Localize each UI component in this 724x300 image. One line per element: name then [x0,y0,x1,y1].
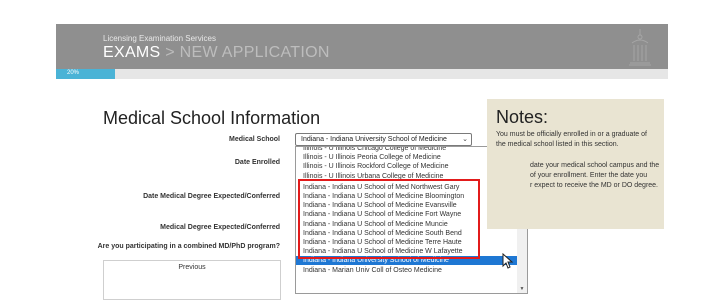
previous-button-label: Previous [178,264,206,271]
progress-bar: 20% [56,69,668,79]
dropdown-option[interactable]: Indiana - Indiana U School of Medicine E… [296,201,518,210]
medical-school-label: Medical School [229,136,280,143]
dropdown-option[interactable]: Indiana - Indiana U School of Medicine M… [296,220,518,229]
page-title: EXAMS > NEW APPLICATION [103,44,330,62]
dropdown-option[interactable]: Illinois - U Illinois Urbana College of … [296,172,518,181]
date-expected-label: Date Medical Degree Expected/Conferred [143,193,280,200]
dropdown-option[interactable]: Indiana - Indiana U School of Medicine T… [296,238,518,247]
scroll-down-icon[interactable]: ▼ [517,286,527,292]
title-rest: NEW APPLICATION [179,44,330,61]
dropdown-option[interactable]: Illinois - U Illinois Peoria College of … [296,153,518,162]
dropdown-option[interactable]: Indiana - Indiana U School of Med Northw… [296,183,518,192]
progress-fill [56,69,115,79]
previous-button[interactable]: Previous [103,260,281,300]
title-separator: > [165,44,175,61]
notes-line: You must be officially enrolled in or a … [496,131,647,138]
notes-line: r expect to receive the MD or DO degree. [530,182,658,189]
seal-icon [629,29,651,66]
dropdown-option[interactable]: Indiana - Indiana U School of Medicine F… [296,210,518,219]
title-main: EXAMS [103,44,161,61]
degree-expected-label: Medical Degree Expected/Conferred [160,224,280,231]
dropdown-option[interactable]: Indiana - Indiana U School of Medicine W… [296,247,518,256]
chevron-down-icon: ⌄ [462,136,468,143]
combined-program-label: Are you participating in a combined MD/P… [97,243,280,250]
progress-label: 20% [67,70,80,76]
date-enrolled-label: Date Enrolled [234,159,280,166]
notes-panel: Notes: You must be officially enrolled i… [487,99,664,229]
header-subtitle: Licensing Examination Services [103,34,216,43]
notes-line: the medical school listed in this sectio… [496,141,619,148]
notes-line: of your enrollment. Enter the date you [530,172,648,179]
dropdown-option[interactable]: Illinois - U Illinois Rockford College o… [296,162,518,171]
dropdown-option[interactable]: Indiana - Marian Univ Coll of Osteo Medi… [296,266,518,275]
section-title: Medical School Information [103,108,321,128]
notes-line: date your medical school campus and the [530,162,660,169]
dropdown-option[interactable]: Indiana - Indiana University School of M… [296,256,518,266]
header-banner: Licensing Examination Services EXAMS > N… [56,24,668,69]
dropdown-option[interactable]: Indiana - Indiana U School of Medicine S… [296,229,518,238]
notes-title: Notes: [496,107,549,127]
mouse-cursor-icon [502,253,514,269]
medical-school-value: Indiana - Indiana University School of M… [301,136,447,143]
dropdown-option[interactable]: Illinois - U Illinois Chicago College of… [296,147,518,153]
dropdown-option[interactable]: Indiana - Indiana U School of Medicine B… [296,192,518,201]
medical-school-select[interactable]: Indiana - Indiana University School of M… [295,133,472,146]
